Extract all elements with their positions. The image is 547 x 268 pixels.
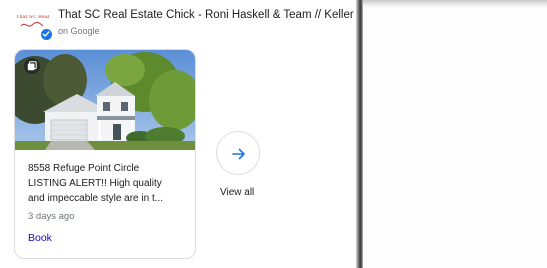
book-link[interactable]: Book	[28, 232, 52, 244]
post-snippet-line-1: LISTING ALERT!! High quality	[28, 178, 162, 189]
logo-wordmark: That SC Real Estate Chick	[16, 15, 50, 19]
blank-area	[363, 0, 547, 268]
business-header[interactable]: That SC Real Estate Chick That SC Real E…	[14, 8, 356, 42]
top-edge-shadow	[363, 0, 547, 8]
business-name[interactable]: That SC Real Estate Chick - Roni Haskell…	[58, 9, 356, 21]
photo-gallery-icon	[24, 58, 40, 74]
view-all-label[interactable]: View all	[220, 187, 254, 198]
panel-edge-shadow	[356, 0, 363, 268]
arrow-right-icon	[232, 148, 245, 160]
post-photo[interactable]	[15, 50, 195, 150]
post-snippet-line-2: and impeccable style are in t...	[28, 193, 164, 204]
view-all-button[interactable]	[216, 131, 260, 175]
verified-check-icon	[40, 28, 53, 41]
post-address: 8558 Refuge Point Circle	[28, 163, 140, 174]
logo-swirl-graphic	[20, 22, 44, 27]
google-posts-panel: That SC Real Estate Chick That SC Real E…	[0, 0, 356, 268]
source-label: on Google	[58, 26, 100, 36]
post-text: 8558 Refuge Point Circle LISTING ALERT!!…	[28, 161, 186, 206]
post-card[interactable]: 8558 Refuge Point Circle LISTING ALERT!!…	[14, 49, 196, 259]
business-logo: That SC Real Estate Chick	[14, 11, 53, 41]
post-age: 3 days ago	[28, 211, 75, 222]
